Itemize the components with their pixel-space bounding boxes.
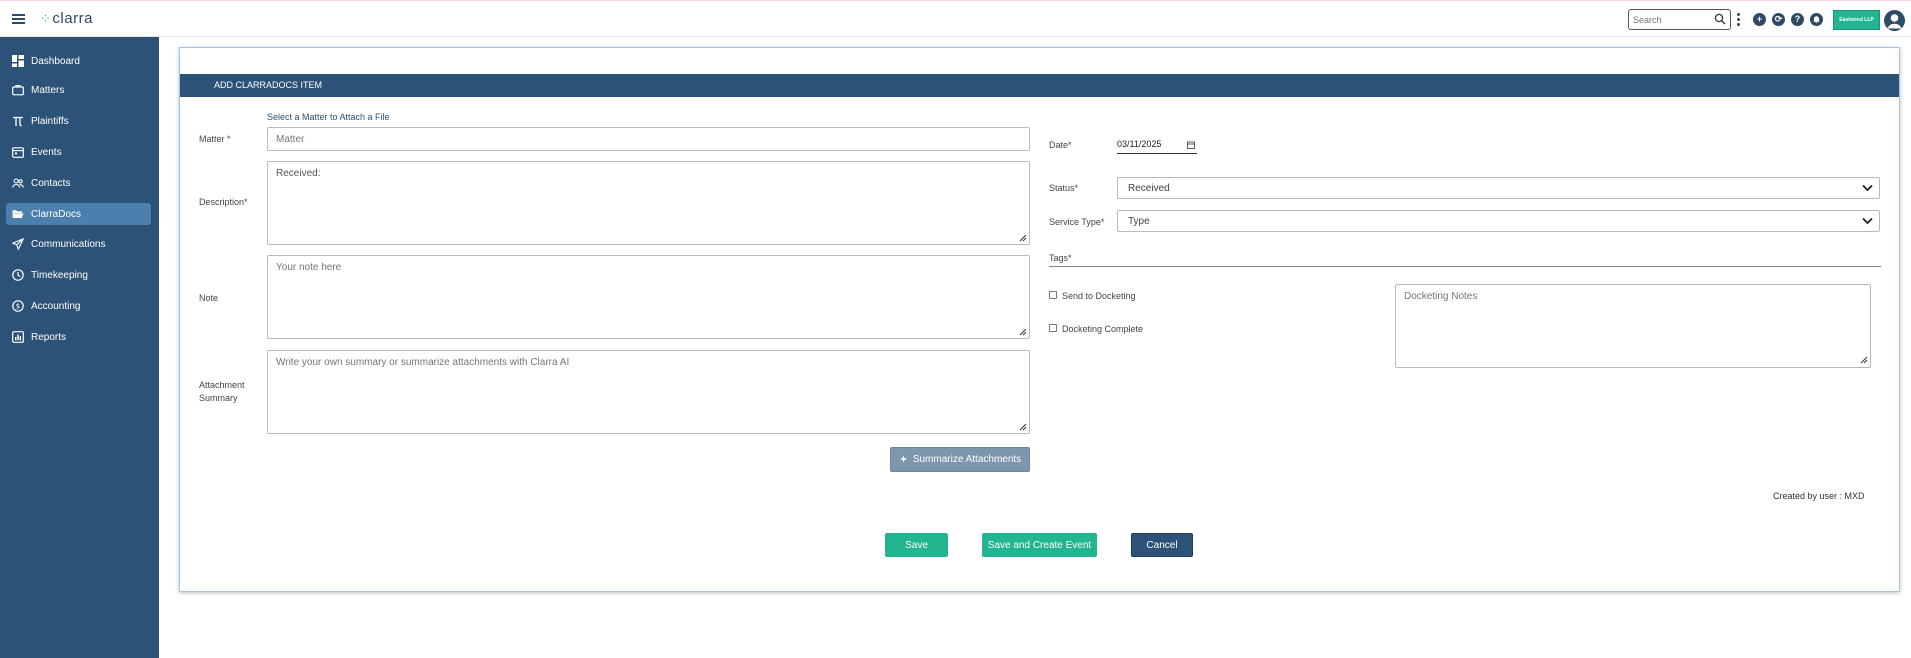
calendar-icon [12,147,24,158]
pi-icon [13,116,23,127]
send-to-docketing-checkbox[interactable] [1049,291,1057,299]
sidebar: Dashboard Matters Plaintiffs Events Cont… [0,37,159,658]
search-icon[interactable] [1714,13,1726,25]
note-textarea[interactable] [267,255,1030,339]
sidebar-item-label: Dashboard [31,55,80,67]
firm-badge[interactable]: Eastwood LLP [1833,10,1880,30]
people-icon [12,178,24,188]
folder-open-icon [12,210,24,218]
dollar-circle-icon: $ [12,300,24,312]
sidebar-item-label: Events [31,146,62,158]
help-icon[interactable]: ? [1791,13,1804,26]
sidebar-item-matters[interactable]: Matters [6,79,151,101]
matter-hint: Select a Matter to Attach a File [267,112,390,122]
sidebar-item-plaintiffs[interactable]: Plaintiffs [6,110,151,132]
docketing-notes-textarea[interactable] [1395,284,1871,368]
matter-input[interactable] [267,127,1030,151]
calendar-picker-icon[interactable] [1187,141,1195,149]
status-label: Status* [1049,183,1079,193]
sidebar-item-reports[interactable]: Reports [6,326,151,348]
sidebar-item-events[interactable]: Events [6,141,151,163]
sidebar-item-clarradocs[interactable]: ClarraDocs [6,203,151,225]
sync-icon[interactable]: ⟳ [1772,13,1785,26]
sidebar-item-contacts[interactable]: Contacts [6,172,151,194]
tags-input-underline[interactable] [1049,266,1881,267]
status-value: Received [1128,182,1170,194]
sidebar-item-label: Contacts [31,177,71,189]
report-icon [12,331,24,343]
description-textarea[interactable]: Received: [267,161,1030,245]
date-value: 03/11/2025 [1117,139,1162,149]
sidebar-item-label: ClarraDocs [31,208,82,220]
briefcase-icon [12,85,24,96]
sidebar-item-label: Reports [31,331,67,343]
chevron-down-icon [1862,217,1873,225]
tags-label[interactable]: Tags* [1049,253,1072,263]
sidebar-item-label: Matters [31,84,65,96]
resize-grip-icon[interactable] [1019,328,1027,336]
add-circle-icon[interactable]: + [1753,13,1766,26]
attachment-summary-textarea[interactable] [267,350,1030,434]
svg-text:$: $ [16,303,20,311]
send-to-docketing-label[interactable]: Send to Docketing [1062,291,1136,301]
app-logo[interactable]: ⁘clarra [40,10,93,27]
resize-grip-icon[interactable] [1860,356,1868,364]
more-options-icon[interactable] [1737,13,1741,27]
sparkle-icon [899,455,907,463]
summarize-label: Summarize Attachments [912,454,1022,465]
card-header: ADD CLARRADOCS ITEM [180,74,1899,97]
search-box[interactable] [1628,9,1731,30]
hamburger-menu-icon[interactable] [12,14,25,24]
sidebar-item-accounting[interactable]: $ Accounting [6,295,151,317]
dashboard-icon [12,55,24,67]
save-button[interactable]: Save [885,533,948,557]
logo-text: clarra [52,10,93,27]
logo-mark-icon: ⁘ [40,11,52,26]
docketing-complete-label[interactable]: Docketing Complete [1062,324,1143,334]
date-input[interactable]: 03/11/2025 [1117,137,1197,154]
sidebar-item-timekeeping[interactable]: Timekeeping [6,264,151,286]
sidebar-item-dashboard[interactable]: Dashboard [6,50,151,72]
description-label: Description* [199,197,248,207]
sidebar-item-communications[interactable]: Communications [6,233,151,255]
resize-grip-icon[interactable] [1019,423,1027,431]
matter-label: Matter * [199,134,231,144]
status-select[interactable]: Received [1117,177,1880,199]
created-by-text: Created by user : MXD [1773,491,1865,501]
chevron-down-icon [1862,184,1873,192]
clock-icon [12,269,24,281]
attachment-label: Attachment [199,380,245,390]
docketing-complete-checkbox[interactable] [1049,324,1057,332]
save-and-create-event-button[interactable]: Save and Create Event [982,533,1097,557]
sidebar-item-label: Accounting [31,300,81,312]
resize-grip-icon[interactable] [1019,234,1027,242]
paper-plane-icon [12,238,24,250]
date-label: Date* [1049,140,1072,150]
sidebar-item-label: Timekeeping [31,269,88,281]
service-type-label: Service Type* [1049,217,1105,227]
summarize-attachments-button[interactable]: Summarize Attachments [890,447,1030,472]
search-input[interactable] [1633,12,1711,27]
top-bar: ⁘clarra + ⟳ ? Eastwood LLP [0,0,1911,37]
user-avatar-icon[interactable] [1884,10,1905,31]
notifications-bell-icon[interactable] [1810,13,1823,26]
sidebar-item-label: Communications [31,238,106,250]
sidebar-item-label: Plaintiffs [31,115,69,127]
service-type-value: Type [1128,215,1150,227]
cancel-button[interactable]: Cancel [1131,533,1193,557]
summary-label: Summary [199,393,238,403]
note-label: Note [199,293,219,303]
service-type-select[interactable]: Type [1117,210,1880,232]
